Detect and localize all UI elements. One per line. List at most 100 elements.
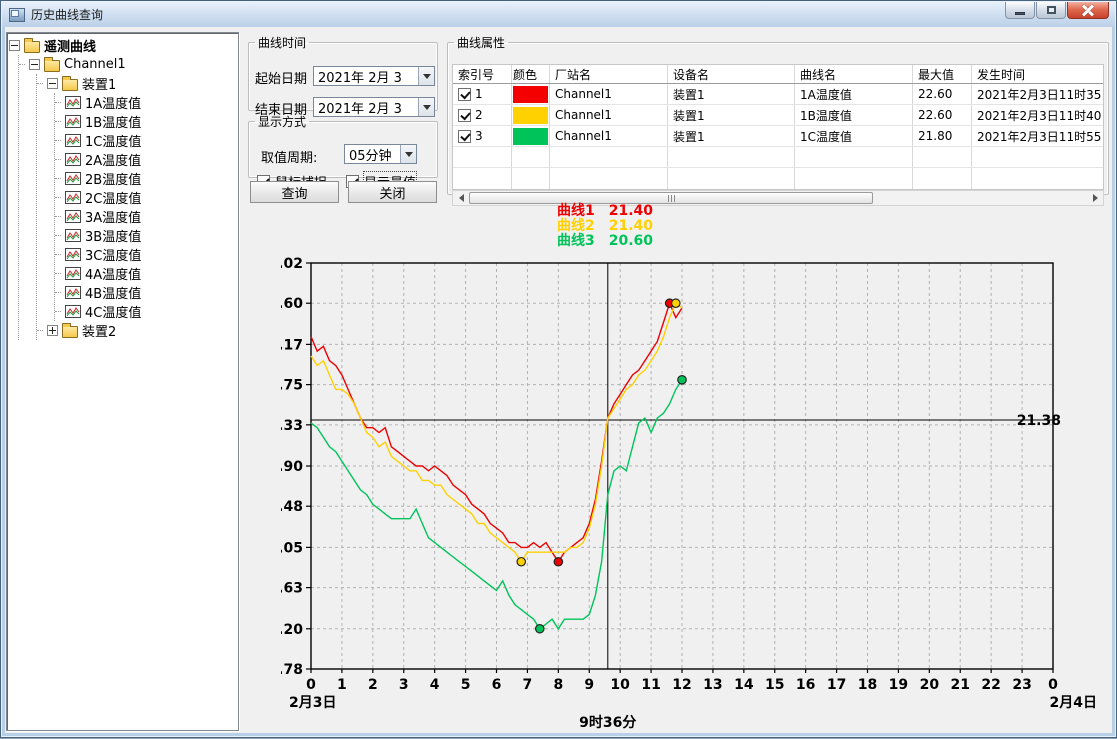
- svg-text:1: 1: [337, 677, 347, 693]
- collapse-expander-icon[interactable]: [47, 78, 58, 89]
- curve-color-swatch: [513, 128, 548, 145]
- tree-item-curve[interactable]: 2A温度值: [63, 150, 236, 169]
- query-button[interactable]: 查询: [250, 181, 339, 203]
- svg-text:21.38: 21.38: [1017, 413, 1061, 429]
- legend-entry: 曲线121.40: [557, 204, 653, 219]
- restore-icon: [1047, 6, 1056, 14]
- svg-text:15: 15: [765, 677, 784, 693]
- curve-property-row: 1Channel1装置11A温度值22.602021年2月3日11时35: [453, 84, 1103, 105]
- column-header[interactable]: 颜色: [512, 65, 550, 83]
- column-header[interactable]: 最大值: [913, 65, 972, 83]
- period-select[interactable]: 05分钟: [344, 144, 417, 164]
- svg-text:4: 4: [430, 677, 440, 693]
- column-header[interactable]: 曲线名: [795, 65, 913, 83]
- legend-curve-value: 21.40: [609, 219, 653, 234]
- tree-item-device2[interactable]: 装置2: [45, 321, 236, 340]
- tree-item-curve[interactable]: 2C温度值: [63, 188, 236, 207]
- tree-item-curve[interactable]: 1A温度值: [63, 93, 236, 112]
- collapse-expander-icon[interactable]: [9, 40, 20, 51]
- legend-entry: 曲线320.60: [557, 234, 653, 249]
- svg-text:21: 21: [951, 677, 970, 693]
- svg-text:22.17: 22.17: [281, 337, 303, 353]
- chevron-down-icon[interactable]: [400, 145, 416, 163]
- tree-item-telemetry-root[interactable]: 遥测曲线: [9, 36, 236, 55]
- svg-text:22.60: 22.60: [281, 296, 303, 312]
- station-name-cell: Channel1: [550, 126, 668, 146]
- curve-time-group: 曲线时间 起始日期 2021年 2月 3 结束日期 2021年 2月 3: [248, 34, 438, 111]
- start-date-select[interactable]: 2021年 2月 3: [313, 66, 435, 86]
- curve-visible-checkbox[interactable]: [458, 130, 471, 143]
- curve-chart-icon: [65, 210, 81, 223]
- svg-text:21.75: 21.75: [281, 378, 303, 394]
- curve-property-row: 3Channel1装置11C温度值21.802021年2月3日11时55: [453, 126, 1103, 147]
- column-header[interactable]: 厂站名: [550, 65, 668, 83]
- curve-index: 3: [475, 129, 483, 143]
- svg-text:18.78: 18.78: [281, 662, 303, 678]
- tree-item-curve[interactable]: 4A温度值: [63, 264, 236, 283]
- scroll-right-arrow-icon[interactable]: [1088, 192, 1102, 204]
- collapse-expander-icon[interactable]: [29, 59, 40, 70]
- curve-chart-icon: [65, 286, 81, 299]
- occur-time-cell: 2021年2月3日11时40: [972, 105, 1103, 125]
- horizontal-scrollbar[interactable]: [452, 190, 1104, 206]
- tree-item-curve[interactable]: 4B温度值: [63, 283, 236, 302]
- minimize-icon: [1015, 12, 1025, 15]
- scroll-left-arrow-icon[interactable]: [454, 192, 468, 204]
- tree-item-curve[interactable]: 3A温度值: [63, 207, 236, 226]
- curve-chart-icon: [65, 96, 81, 109]
- column-header[interactable]: 设备名: [668, 65, 795, 83]
- legend-curve-value: 20.60: [609, 234, 653, 249]
- expand-expander-icon[interactable]: [47, 325, 58, 336]
- svg-text:14: 14: [734, 677, 754, 693]
- tree-item-curve[interactable]: 3C温度值: [63, 245, 236, 264]
- curve-properties-group: 曲线属性 索引号颜色厂站名设备名曲线名最大值发生时间 1Channel1装置11…: [447, 34, 1109, 195]
- legend-curve-value: 21.40: [609, 204, 653, 219]
- column-header[interactable]: 发生时间: [972, 65, 1103, 83]
- tree-item-curve[interactable]: 3B温度值: [63, 226, 236, 245]
- svg-text:22: 22: [981, 677, 1000, 693]
- curve-properties-table: 索引号颜色厂站名设备名曲线名最大值发生时间 1Channel1装置11A温度值2…: [452, 64, 1104, 190]
- minimize-button[interactable]: [1005, 2, 1035, 19]
- curve-chart-icon: [65, 267, 81, 280]
- close-button[interactable]: [1067, 2, 1109, 19]
- curve-chart-icon: [65, 153, 81, 166]
- device-name-cell: 装置1: [668, 84, 795, 104]
- column-header[interactable]: 索引号: [453, 65, 512, 83]
- chevron-down-icon[interactable]: [418, 67, 434, 85]
- occur-time-cell: 2021年2月3日11时55: [972, 126, 1103, 146]
- history-curve-chart[interactable]: 23.0222.6022.1721.7521.3320.9020.4820.05…: [281, 253, 1115, 735]
- tree-item-channel1[interactable]: Channel1: [27, 55, 236, 74]
- curve-visible-checkbox[interactable]: [458, 109, 471, 122]
- restore-button[interactable]: [1036, 2, 1066, 19]
- curve-time-group-title: 曲线时间: [255, 34, 309, 51]
- curve-property-row: 2Channel1装置11B温度值22.602021年2月3日11时40: [453, 105, 1103, 126]
- chart-area: 23.0222.6022.1721.7521.3320.9020.4820.05…: [281, 253, 1115, 735]
- svg-text:3: 3: [399, 677, 409, 693]
- curve-index: 1: [475, 87, 483, 101]
- svg-text:7: 7: [523, 677, 533, 693]
- curve-visible-checkbox[interactable]: [458, 88, 471, 101]
- titlebar[interactable]: 历史曲线查询: [2, 2, 1115, 27]
- curve-chart-icon: [65, 229, 81, 242]
- tree-item-curve[interactable]: 1C温度值: [63, 131, 236, 150]
- station-name-cell: Channel1: [550, 84, 668, 104]
- curve-properties-group-title: 曲线属性: [454, 34, 508, 51]
- tree-item-curve[interactable]: 4C温度值: [63, 302, 236, 321]
- svg-text:17: 17: [827, 677, 846, 693]
- window-title: 历史曲线查询: [31, 6, 103, 23]
- tree-item-device1[interactable]: 装置1: [45, 74, 236, 93]
- svg-text:16: 16: [796, 677, 815, 693]
- scrollbar-thumb[interactable]: [469, 192, 873, 204]
- svg-text:20.48: 20.48: [281, 499, 303, 515]
- svg-text:21.33: 21.33: [281, 418, 303, 434]
- table-header-row: 索引号颜色厂站名设备名曲线名最大值发生时间: [453, 65, 1103, 84]
- curve-chart-icon: [65, 248, 81, 261]
- folder-icon: [24, 41, 40, 53]
- close-dialog-button[interactable]: 关闭: [348, 181, 437, 203]
- occur-time-cell: 2021年2月3日11时35: [972, 84, 1103, 104]
- tree-item-curve[interactable]: 2B温度值: [63, 169, 236, 188]
- svg-text:6: 6: [492, 677, 502, 693]
- svg-text:0: 0: [1048, 677, 1058, 693]
- window-controls: [1005, 2, 1109, 19]
- tree-item-curve[interactable]: 1B温度值: [63, 112, 236, 131]
